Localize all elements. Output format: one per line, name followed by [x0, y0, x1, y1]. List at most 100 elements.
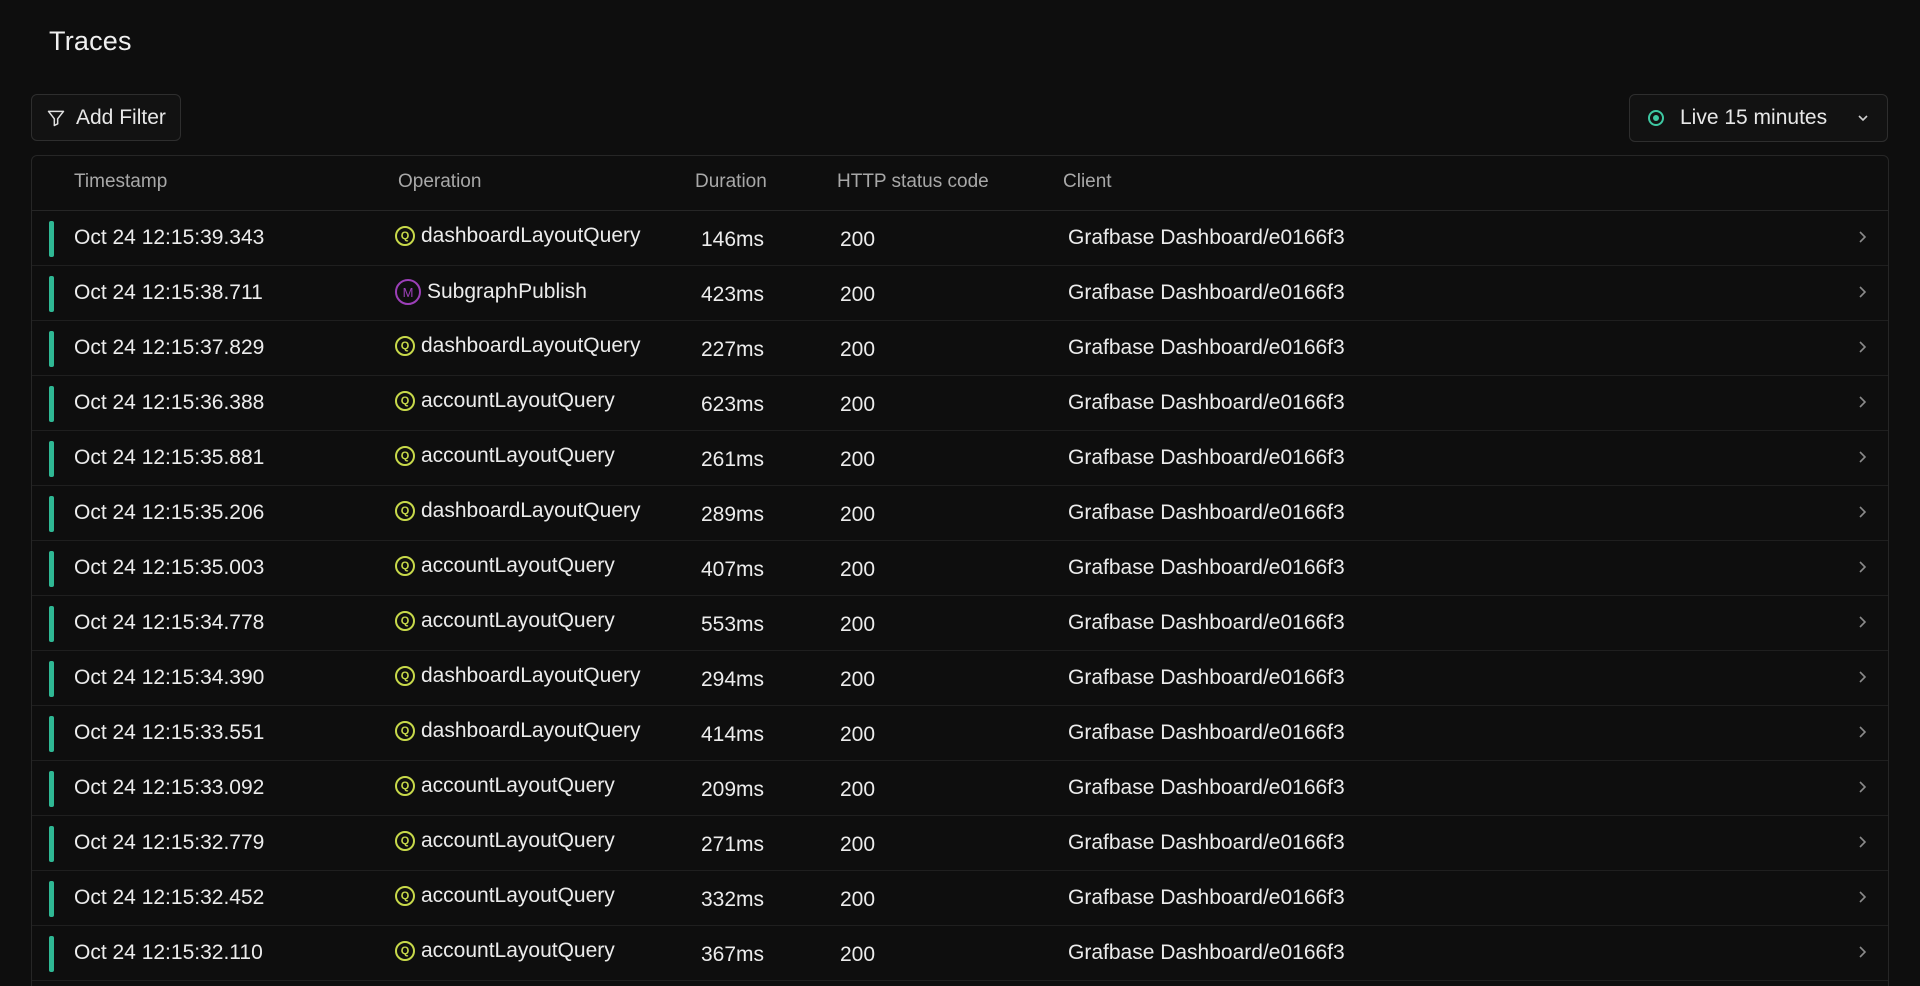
chevron-right-icon[interactable]	[1854, 504, 1870, 520]
table-row[interactable]: Oct 24 12:15:33.551 QdashboardLayoutQuery…	[32, 706, 1888, 761]
timestamp-cell: Oct 24 12:15:36.388	[74, 391, 265, 414]
duration-cell: 623ms	[701, 393, 765, 416]
duration-cell: 367ms	[701, 943, 765, 966]
time-range-select[interactable]: Live 15 minutes	[1629, 94, 1888, 142]
query-badge-icon: Q	[395, 611, 415, 631]
operation-name: accountLayoutQuery	[421, 554, 615, 577]
column-header-timestamp[interactable]: Timestamp	[74, 171, 167, 193]
table-row[interactable]: Oct 24 12:15:35.206 QdashboardLayoutQuery…	[32, 486, 1888, 541]
query-badge-icon: Q	[395, 886, 415, 906]
chevron-right-icon[interactable]	[1854, 669, 1870, 685]
time-range-label: Live 15 minutes	[1680, 106, 1828, 129]
operation-name: dashboardLayoutQuery	[421, 499, 641, 522]
chevron-down-icon	[1858, 115, 1868, 122]
chevron-right-icon[interactable]	[1854, 724, 1870, 740]
operation-cell: QaccountLayoutQuery	[394, 939, 615, 963]
table-row[interactable]: Oct 24 12:15:34.390 QdashboardLayoutQuery…	[32, 651, 1888, 706]
operation-name: accountLayoutQuery	[421, 609, 615, 632]
timestamp-cell: Oct 24 12:15:32.779	[74, 831, 265, 854]
timestamp-cell: Oct 24 12:15:38.711	[74, 281, 263, 304]
table-row[interactable]: Oct 24 12:15:32.452 QaccountLayoutQuery 33…	[32, 871, 1888, 926]
table-row[interactable]: Oct 24 12:15:39.343 QdashboardLayoutQuery…	[32, 211, 1888, 266]
operation-cell: QdashboardLayoutQuery	[394, 499, 641, 523]
chevron-right-icon[interactable]	[1854, 449, 1870, 465]
http-status-cell: 200	[840, 778, 876, 801]
status-indicator	[49, 276, 54, 312]
table-row[interactable]: Oct 24 12:15:38.711 M SubgraphPublish 423ms…	[32, 266, 1888, 321]
table-row[interactable]: Oct 24 12:15:37.829 QdashboardLayoutQuery…	[32, 321, 1888, 376]
chevron-right-icon[interactable]	[1854, 889, 1870, 905]
add-filter-button[interactable]: Add Filter	[31, 94, 181, 141]
status-indicator	[49, 661, 54, 697]
query-badge-icon: Q	[395, 556, 415, 576]
client-cell: Grafbase Dashboard/e0166f3	[1068, 666, 1345, 689]
operation-name: SubgraphPublish	[427, 280, 587, 303]
status-indicator	[49, 771, 54, 807]
column-header-http-status[interactable]: HTTP status code	[837, 171, 989, 193]
operation-cell: QaccountLayoutQuery	[394, 444, 615, 468]
column-header-client[interactable]: Client	[1063, 171, 1112, 193]
client-cell: Grafbase Dashboard/e0166f3	[1068, 336, 1345, 359]
client-cell: Grafbase Dashboard/e0166f3	[1068, 776, 1345, 799]
table-row[interactable]: Oct 24 12:15:32.779 QaccountLayoutQuery 27…	[32, 816, 1888, 871]
table-row[interactable]: Oct 24 12:15:35.003 QaccountLayoutQuery 40…	[32, 541, 1888, 596]
timestamp-cell: Oct 24 12:15:35.003	[74, 556, 265, 579]
status-indicator	[49, 221, 54, 257]
operation-cell: QaccountLayoutQuery	[394, 389, 615, 413]
table-row[interactable]: Oct 24 12:15:33.092 QaccountLayoutQuery 20…	[32, 761, 1888, 816]
operation-name: accountLayoutQuery	[421, 939, 615, 962]
operation-cell: QaccountLayoutQuery	[394, 774, 615, 798]
duration-cell: 209ms	[701, 778, 765, 801]
duration-cell: 261ms	[701, 448, 765, 471]
status-indicator	[49, 716, 54, 752]
table-body: Oct 24 12:15:39.343 QdashboardLayoutQuery…	[32, 211, 1888, 981]
chevron-right-icon[interactable]	[1854, 559, 1870, 575]
status-indicator	[49, 881, 54, 917]
chevron-right-icon[interactable]	[1854, 394, 1870, 410]
timestamp-cell: Oct 24 12:15:33.092	[74, 776, 265, 799]
http-status-cell: 200	[840, 448, 876, 471]
operation-name: accountLayoutQuery	[421, 444, 615, 467]
table-row[interactable]: Oct 24 12:15:34.778 QaccountLayoutQuery 55…	[32, 596, 1888, 651]
duration-cell: 414ms	[701, 723, 765, 746]
chevron-right-icon[interactable]	[1854, 284, 1870, 300]
column-header-duration[interactable]: Duration	[695, 171, 767, 193]
duration-cell: 407ms	[701, 558, 765, 581]
chevron-right-icon[interactable]	[1854, 944, 1870, 960]
duration-cell: 423ms	[701, 283, 765, 306]
duration-cell: 289ms	[701, 503, 765, 526]
http-status-cell: 200	[840, 888, 876, 911]
http-status-cell: 200	[840, 668, 876, 691]
table-row[interactable]: Oct 24 12:15:32.110 QaccountLayoutQuery 36…	[32, 926, 1888, 981]
table-header: Timestamp Operation Duration HTTP status…	[32, 156, 1888, 211]
chevron-right-icon[interactable]	[1854, 614, 1870, 630]
duration-cell: 332ms	[701, 888, 765, 911]
client-cell: Grafbase Dashboard/e0166f3	[1068, 446, 1345, 469]
duration-cell: 294ms	[701, 668, 765, 691]
chevron-right-icon[interactable]	[1854, 779, 1870, 795]
operation-cell: QaccountLayoutQuery	[394, 609, 615, 633]
chevron-right-icon[interactable]	[1854, 229, 1870, 245]
operation-cell: QaccountLayoutQuery	[394, 884, 615, 908]
duration-cell: 553ms	[701, 613, 765, 636]
filter-icon	[47, 110, 65, 126]
client-cell: Grafbase Dashboard/e0166f3	[1068, 611, 1345, 634]
timestamp-cell: Oct 24 12:15:35.881	[74, 446, 265, 469]
traces-page: Traces Add Filter Live 15 minutes Timest…	[0, 0, 1920, 986]
operation-name: accountLayoutQuery	[421, 774, 615, 797]
operation-name: dashboardLayoutQuery	[421, 334, 641, 357]
table-row[interactable]: Oct 24 12:15:36.388 QaccountLayoutQuery 62…	[32, 376, 1888, 431]
live-indicator-icon	[1648, 110, 1664, 126]
operation-name: dashboardLayoutQuery	[421, 224, 641, 247]
timestamp-cell: Oct 24 12:15:37.829	[74, 336, 265, 359]
chevron-right-icon[interactable]	[1854, 834, 1870, 850]
operation-cell: QdashboardLayoutQuery	[394, 334, 641, 358]
chevron-right-icon[interactable]	[1854, 339, 1870, 355]
http-status-cell: 200	[840, 943, 876, 966]
operation-cell: QdashboardLayoutQuery	[394, 719, 641, 743]
timestamp-cell: Oct 24 12:15:33.551	[74, 721, 265, 744]
table-row[interactable]: Oct 24 12:15:35.881 QaccountLayoutQuery 26…	[32, 431, 1888, 486]
timestamp-cell: Oct 24 12:15:34.778	[74, 611, 265, 634]
http-status-cell: 200	[840, 338, 876, 361]
column-header-operation[interactable]: Operation	[398, 171, 481, 193]
